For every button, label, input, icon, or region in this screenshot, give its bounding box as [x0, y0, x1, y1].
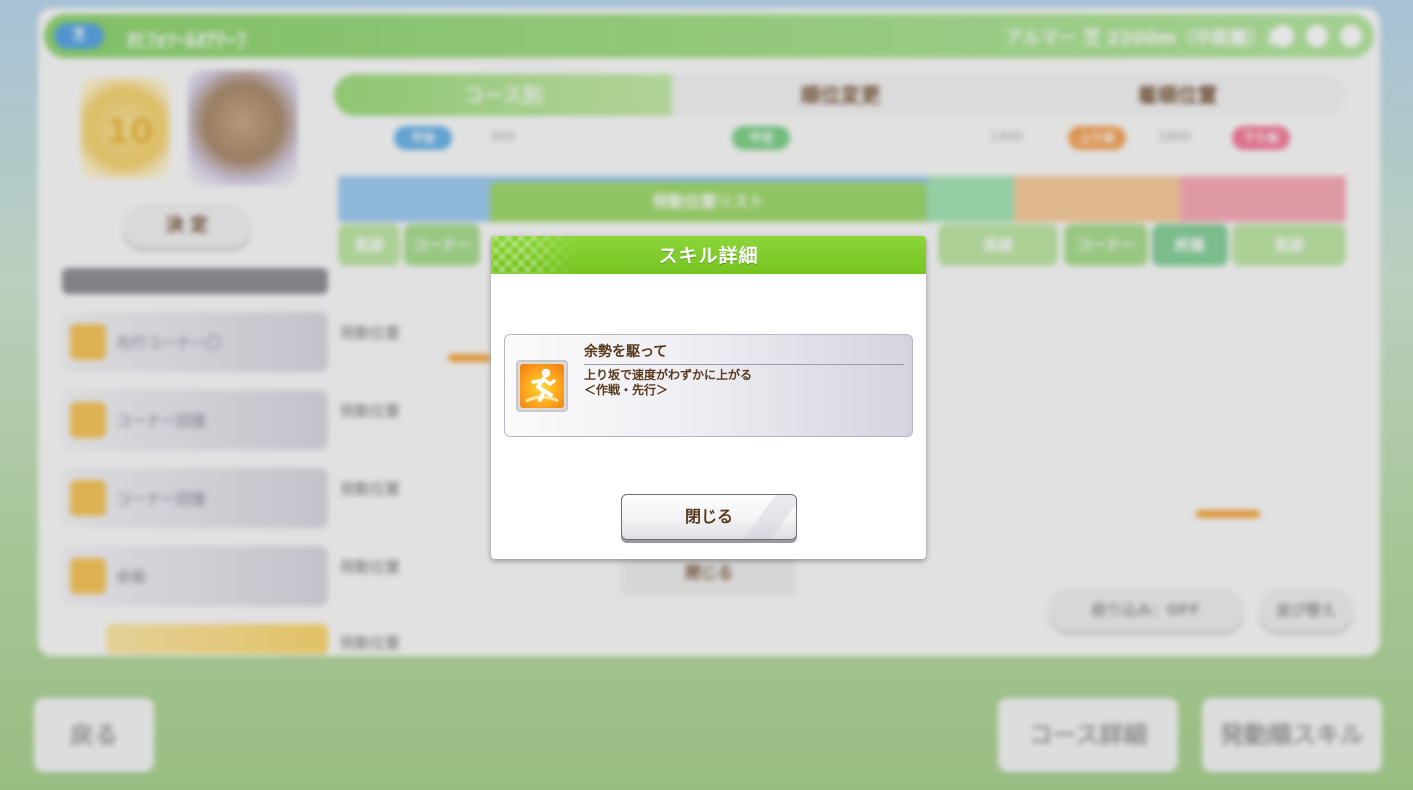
- skill-detail-dialog: スキル詳細 余勢を駆って 上り坂で速度がわずかに上がる ＜作戦・先行＞ 閉じる: [491, 236, 926, 559]
- skill-card: 余勢を駆って 上り坂で速度がわずかに上がる ＜作戦・先行＞: [504, 334, 913, 437]
- dialog-header: スキル詳細: [491, 236, 926, 274]
- skill-condition: ＜作戦・先行＞: [584, 383, 669, 397]
- header-pattern: [491, 236, 577, 274]
- divider: [584, 364, 904, 365]
- skill-description: 上り坂で速度がわずかに上がる ＜作戦・先行＞: [584, 368, 752, 398]
- close-button[interactable]: 閉じる: [621, 494, 797, 540]
- close-button-label: 閉じる: [684, 507, 733, 526]
- dialog-title: スキル詳細: [658, 245, 759, 267]
- skill-name: 余勢を駆って: [584, 344, 668, 360]
- running-person-speed-icon: [516, 360, 568, 412]
- skill-effect: 上り坂で速度がわずかに上がる: [584, 368, 753, 382]
